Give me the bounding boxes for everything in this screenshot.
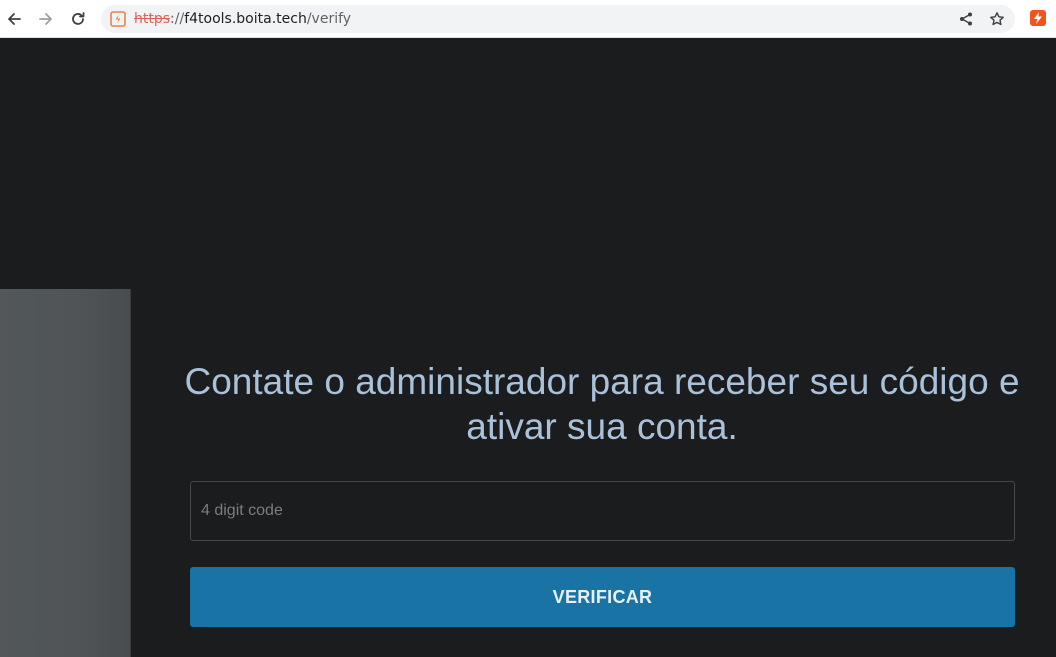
extension-bolt-icon[interactable] (1030, 10, 1046, 26)
page-heading: Contate o administrador para receber seu… (184, 361, 1020, 447)
back-arrow-icon (8, 13, 21, 25)
forward-arrow-icon (39, 13, 52, 25)
not-secure-site-icon[interactable] (110, 11, 126, 27)
star-icon[interactable] (989, 11, 1005, 27)
code-input[interactable] (190, 481, 1015, 541)
bolt-glyph-icon (1034, 12, 1042, 24)
forward-button[interactable] (34, 7, 58, 31)
address-bar[interactable]: https://f4tools.boita.tech/verify (101, 5, 1015, 33)
browser-toolbar: https://f4tools.boita.tech/verify (0, 0, 1056, 38)
url-text[interactable]: https://f4tools.boita.tech/verify (134, 10, 351, 28)
reload-icon (72, 12, 85, 25)
verify-page: Contate o administrador para receber seu… (0, 39, 1056, 657)
url-separator: :// (170, 11, 185, 27)
back-button[interactable] (2, 7, 26, 31)
share-icon[interactable] (958, 11, 974, 27)
url-scheme: https (134, 11, 171, 27)
url-host: f4tools.boita.tech (184, 11, 307, 27)
url-path: /verify (306, 11, 352, 27)
reload-button[interactable] (66, 7, 90, 31)
verify-button[interactable]: VERIFICAR (190, 567, 1015, 627)
side-panel (0, 289, 131, 657)
